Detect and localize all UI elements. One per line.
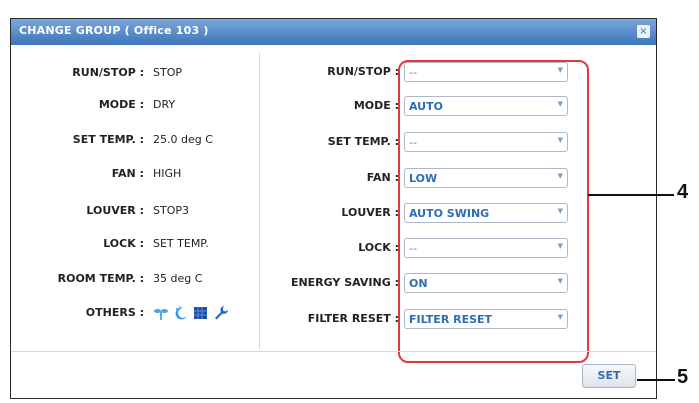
control-label: SET TEMP. : <box>327 135 399 148</box>
column-divider <box>259 53 260 349</box>
status-value: 25.0 deg C <box>153 133 213 146</box>
status-label: LOUVER : <box>86 204 144 217</box>
controls-highlight-box <box>398 60 589 363</box>
control-label: ENERGY SAVING : <box>290 276 399 289</box>
status-label: OTHERS : <box>85 306 144 319</box>
status-label: MODE : <box>98 98 144 111</box>
status-label: SET TEMP. : <box>72 133 144 146</box>
control-label: FILTER RESET : <box>307 312 399 325</box>
status-mode: MODE : DRY <box>11 98 251 114</box>
status-value: STOP3 <box>153 204 189 217</box>
status-lock: LOCK : SET TEMP. <box>11 237 251 253</box>
dialog-title: CHANGE GROUP ( Office 103 ) <box>19 24 209 37</box>
status-label: LOCK : <box>103 237 144 250</box>
status-set-temp: SET TEMP. : 25.0 deg C <box>11 133 251 149</box>
grid-panel-icon <box>194 307 207 319</box>
status-run-stop: RUN/STOP : STOP <box>11 66 251 82</box>
callout-number-4: 4 <box>677 181 689 203</box>
wrench-icon <box>215 306 228 320</box>
status-value: 35 deg C <box>153 272 203 285</box>
fan-sprout-icon <box>154 309 168 320</box>
status-value: HIGH <box>153 167 182 180</box>
status-others: OTHERS : <box>11 306 251 322</box>
callout-line-5 <box>637 379 675 381</box>
status-room-temp: ROOM TEMP. : 35 deg C <box>11 272 251 288</box>
night-moon-icon <box>175 306 187 320</box>
status-label: RUN/STOP : <box>72 66 144 79</box>
dialog-title-bar[interactable]: CHANGE GROUP ( Office 103 ) × <box>11 19 656 45</box>
change-group-dialog: CHANGE GROUP ( Office 103 ) × RUN/STOP :… <box>10 18 657 399</box>
control-label: LOCK : <box>358 241 399 254</box>
control-label: LOUVER : <box>341 206 399 219</box>
callout-line-4 <box>588 194 674 196</box>
control-label: MODE : <box>353 99 399 112</box>
status-louver: LOUVER : STOP3 <box>11 204 251 220</box>
control-label: RUN/STOP : <box>327 65 399 78</box>
control-label: FAN : <box>366 171 399 184</box>
callout-number-5: 5 <box>677 366 689 388</box>
status-fan: FAN : HIGH <box>11 167 251 183</box>
footer-divider <box>11 351 656 352</box>
status-label: FAN : <box>111 167 144 180</box>
status-label: ROOM TEMP. : <box>57 272 144 285</box>
set-button[interactable]: SET <box>582 364 636 388</box>
status-value: DRY <box>153 98 176 111</box>
close-icon[interactable]: × <box>637 25 650 38</box>
status-value: STOP <box>153 66 182 79</box>
status-value: SET TEMP. <box>153 237 209 250</box>
